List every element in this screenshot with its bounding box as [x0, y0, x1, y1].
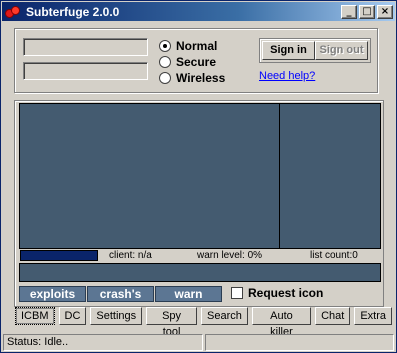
mode-secure-label: Secure: [176, 55, 217, 69]
password-field[interactable]: [23, 62, 148, 80]
radio-wireless[interactable]: [159, 72, 171, 84]
display-divider[interactable]: [279, 104, 280, 250]
info-strip: client: n/a warn level: 0% list count:0: [19, 249, 381, 262]
tab-strip: ICBM DC Settings Spy tool Search Auto ki…: [15, 307, 396, 338]
tab-auto-killer[interactable]: Auto killer: [251, 307, 312, 338]
crashes-button[interactable]: crash's: [87, 286, 154, 302]
tab-extra[interactable]: Extra: [354, 307, 392, 325]
exploits-button[interactable]: exploits: [19, 286, 86, 302]
warn-button[interactable]: warn: [155, 286, 222, 302]
app-window: Subterfuge 2.0.0 _ □ × Normal Secure Wir…: [0, 0, 397, 353]
mode-wireless-label: Wireless: [176, 71, 226, 85]
tab-search[interactable]: Search: [201, 307, 248, 325]
tab-icbm[interactable]: ICBM: [15, 307, 55, 325]
mode-normal-label: Normal: [176, 39, 218, 53]
message-input[interactable]: [19, 263, 381, 282]
request-icon-checkbox[interactable]: [231, 287, 243, 299]
mode-wireless-option[interactable]: Wireless: [159, 71, 225, 85]
title-bar[interactable]: Subterfuge 2.0.0 _ □ ×: [2, 2, 395, 21]
client-status: client: n/a: [109, 250, 152, 261]
sign-out-button[interactable]: Sign out: [315, 41, 368, 60]
tab-settings[interactable]: Settings: [90, 307, 143, 325]
close-button[interactable]: ×: [377, 4, 393, 19]
status-text: Status: Idle..: [3, 334, 203, 351]
minimize-button[interactable]: _: [341, 4, 357, 19]
username-field[interactable]: [23, 38, 148, 56]
auth-button-group: Sign in Sign out: [259, 38, 371, 63]
list-count-status: list count:0: [310, 250, 358, 261]
warn-level-status: warn level: 0%: [197, 250, 263, 261]
request-icon-option[interactable]: Request icon: [231, 286, 323, 300]
status-bar: Status: Idle..: [3, 334, 394, 351]
radio-secure[interactable]: [159, 56, 171, 68]
request-icon-label: Request icon: [248, 286, 324, 300]
tab-dc[interactable]: DC: [58, 307, 87, 325]
maximize-button[interactable]: □: [359, 4, 375, 19]
mode-secure-option[interactable]: Secure: [159, 55, 216, 69]
tab-spy-tool[interactable]: Spy tool: [146, 307, 197, 338]
main-panel: client: n/a warn level: 0% list count:0 …: [14, 100, 384, 307]
app-icon: [5, 5, 23, 19]
login-panel: Normal Secure Wireless Sign in Sign out …: [14, 28, 378, 93]
window-title: Subterfuge 2.0.0: [26, 4, 120, 19]
chat-display[interactable]: [19, 103, 381, 250]
sign-in-button[interactable]: Sign in: [262, 41, 315, 60]
progress-bar: [20, 250, 98, 261]
radio-normal[interactable]: [159, 40, 171, 52]
mode-normal-option[interactable]: Normal: [159, 39, 217, 53]
need-help-link[interactable]: Need help?: [259, 70, 315, 82]
status-secondary: [205, 334, 394, 351]
tab-chat[interactable]: Chat: [315, 307, 351, 325]
